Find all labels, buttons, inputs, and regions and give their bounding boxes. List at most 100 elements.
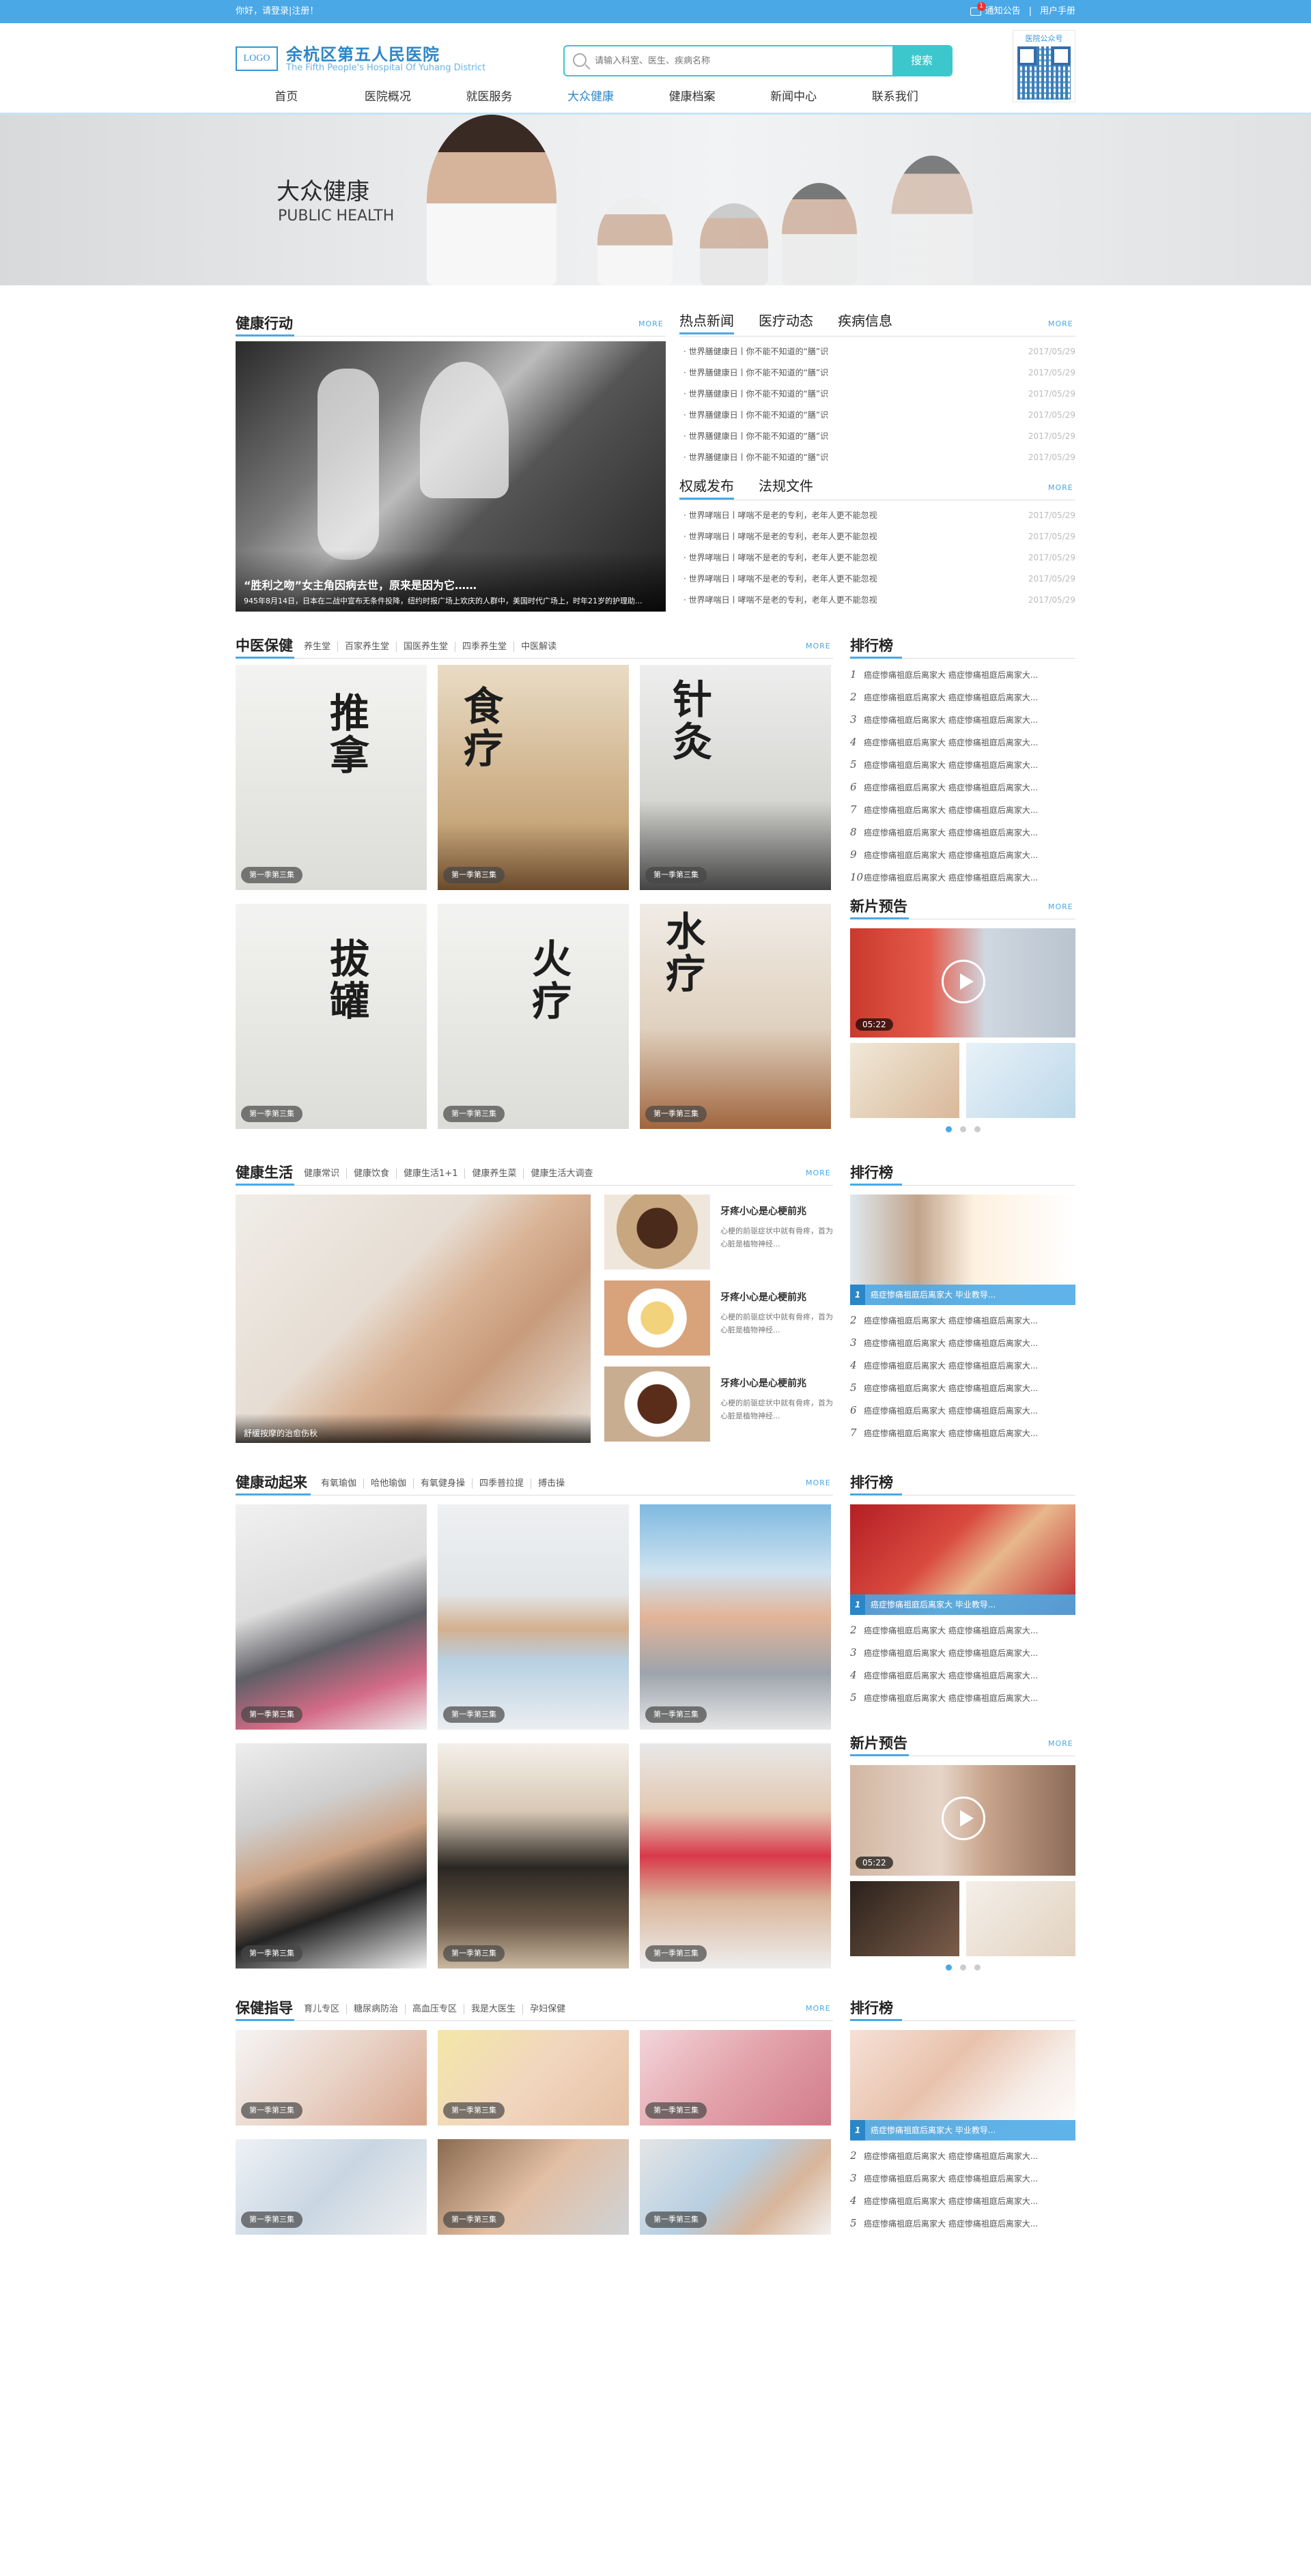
rank-item[interactable]: 1 癌症惨痛祖庭后离家大 癌症惨痛祖庭后离家大...: [850, 663, 1075, 686]
subtab[interactable]: 中医解读: [513, 642, 564, 652]
video-thumb[interactable]: [850, 1881, 959, 1956]
fitness-photo[interactable]: 第一季第三集: [640, 1504, 831, 1730]
rank-item[interactable]: 5 癌症惨痛祖庭后离家大 癌症惨痛祖庭后离家大...: [850, 1377, 1075, 1399]
tab-disease-info[interactable]: 疾病信息: [838, 310, 892, 334]
more-link[interactable]: MORE: [638, 319, 664, 328]
more-link[interactable]: MORE: [806, 1478, 831, 1487]
rank-item[interactable]: 3 癌症惨痛祖庭后离家大 癌症惨痛祖庭后离家大...: [850, 1332, 1075, 1354]
more-link[interactable]: MORE: [1048, 483, 1073, 492]
food-thumb[interactable]: [604, 1280, 710, 1356]
subtab[interactable]: 四季养生堂: [455, 642, 514, 652]
more-link[interactable]: MORE: [1048, 319, 1073, 328]
tab-authority[interactable]: 权威发布: [679, 475, 734, 500]
dot[interactable]: [946, 1126, 952, 1132]
tab-medical-news[interactable]: 医疗动态: [759, 310, 813, 334]
subtab[interactable]: 哈他瑜伽: [363, 1478, 414, 1489]
list-item[interactable]: · 世界膳健康日丨你不能不知道的“膳”识 2017/05/29: [683, 426, 1075, 447]
food-item[interactable]: 牙疼小心是心梗前兆 心梗的前驱症状中就有骨疼，首为心脏是植物神经...: [720, 1290, 833, 1336]
food-thumb[interactable]: [604, 1366, 710, 1442]
rank-item[interactable]: 2 癌症惨痛祖庭后离家大 癌症惨痛祖庭后离家大...: [850, 2145, 1075, 2167]
subtab[interactable]: 健康常识: [304, 1169, 346, 1179]
rank-item[interactable]: 7 癌症惨痛祖庭后离家大 癌症惨痛祖庭后离家大...: [850, 1422, 1075, 1444]
logo[interactable]: LOGO: [236, 46, 278, 71]
rank-item[interactable]: 3 癌症惨痛祖庭后离家大 癌症惨痛祖庭后离家大...: [850, 1642, 1075, 1664]
rank-item[interactable]: 5 癌症惨痛祖庭后离家大 癌症惨痛祖庭后离家大...: [850, 2212, 1075, 2235]
food-item[interactable]: 牙疼小心是心梗前兆 心梗的前驱症状中就有骨疼，首为心脏是植物神经...: [720, 1376, 833, 1422]
rank-item[interactable]: 2 癌症惨痛祖庭后离家大 癌症惨痛祖庭后离家大...: [850, 1309, 1075, 1332]
nav-home[interactable]: 首页: [236, 83, 337, 111]
fitness-photo[interactable]: 第一季第三集: [236, 1504, 427, 1730]
list-item[interactable]: · 世界哮喘日丨哮喘不是老的专利，老年人更不能忽视 2017/05/29: [683, 569, 1075, 590]
list-item[interactable]: · 世界哮喘日丨哮喘不是老的专利，老年人更不能忽视 2017/05/29: [683, 526, 1075, 547]
more-link[interactable]: MORE: [806, 1169, 831, 1177]
dot[interactable]: [946, 1964, 952, 1971]
food-thumb[interactable]: [604, 1194, 710, 1270]
subtab[interactable]: 养生堂: [304, 642, 337, 652]
subtab[interactable]: 四季普拉提: [472, 1478, 531, 1489]
nav-health-records[interactable]: 健康档案: [641, 83, 743, 111]
care-photo[interactable]: 第一季第三集: [236, 2139, 427, 2235]
dot[interactable]: [960, 1126, 966, 1132]
tab-regulations[interactable]: 法规文件: [759, 475, 813, 500]
nav-news[interactable]: 新闻中心: [743, 83, 845, 111]
subtab[interactable]: 我是大医生: [464, 2004, 523, 2014]
rank-item[interactable]: 3 癌症惨痛祖庭后离家大 癌症惨痛祖庭后离家大...: [850, 709, 1075, 731]
list-item[interactable]: · 世界哮喘日丨哮喘不是老的专利，老年人更不能忽视 2017/05/29: [683, 547, 1075, 569]
search-button[interactable]: 搜索: [892, 46, 951, 75]
subtab[interactable]: 健康生活1+1: [396, 1169, 465, 1179]
tcm-poster-massage[interactable]: 推拿 第一季第三集: [236, 665, 427, 890]
more-link[interactable]: MORE: [806, 642, 831, 650]
care-photo[interactable]: 第一季第三集: [640, 2139, 831, 2235]
list-item[interactable]: · 世界哮喘日丨哮喘不是老的专利，老年人更不能忽视 2017/05/29: [683, 505, 1075, 526]
tcm-poster-acupuncture[interactable]: 针灸 第一季第三集: [640, 665, 831, 890]
dot[interactable]: [960, 1964, 966, 1971]
nav-contact[interactable]: 联系我们: [844, 83, 946, 111]
rank-feature-photo[interactable]: 1 癌症惨痛祖庭后离家大 毕业教导...: [850, 2030, 1075, 2141]
video-thumb[interactable]: [966, 1881, 1075, 1956]
rank-item[interactable]: 8 癌症惨痛祖庭后离家大 癌症惨痛祖庭后离家大...: [850, 821, 1075, 844]
list-item[interactable]: · 世界膳健康日丨你不能不知道的“膳”识 2017/05/29: [683, 405, 1075, 426]
rank-item[interactable]: 4 癌症惨痛祖庭后离家大 癌症惨痛祖庭后离家大...: [850, 1664, 1075, 1687]
list-item[interactable]: · 世界哮喘日丨哮喘不是老的专利，老年人更不能忽视 2017/05/29: [683, 590, 1075, 611]
search-input[interactable]: [595, 46, 868, 75]
featured-news-photo[interactable]: “胜利之吻”女主角因病去世，原来是因为它…… 945年8月14日，日本在二战中宣…: [236, 341, 666, 612]
rank-item[interactable]: 7 癌症惨痛祖庭后离家大 癌症惨痛祖庭后离家大...: [850, 799, 1075, 821]
subtab[interactable]: 有氧瑜伽: [321, 1478, 363, 1489]
more-link[interactable]: MORE: [806, 2004, 831, 2013]
more-link[interactable]: MORE: [1048, 1739, 1073, 1748]
fitness-photo[interactable]: 第一季第三集: [438, 1504, 629, 1730]
tab-hot-news[interactable]: 热点新闻: [679, 310, 734, 334]
greeting-text[interactable]: 你好，请登录|注册！: [236, 6, 318, 16]
rank-item[interactable]: 4 癌症惨痛祖庭后离家大 癌症惨痛祖庭后离家大...: [850, 731, 1075, 754]
list-item[interactable]: · 世界膳健康日丨你不能不知道的“膳”识 2017/05/29: [683, 447, 1075, 468]
subtab[interactable]: 健康养生菜: [464, 1169, 524, 1179]
rank-item[interactable]: 2 癌症惨痛祖庭后离家大 癌症惨痛祖庭后离家大...: [850, 1619, 1075, 1642]
tcm-poster-diet[interactable]: 食疗 第一季第三集: [438, 665, 629, 890]
play-icon[interactable]: [942, 1797, 985, 1840]
tcm-poster-fire[interactable]: 火疗 第一季第三集: [438, 904, 629, 1129]
tcm-poster-water[interactable]: 水疗 第一季第三集: [640, 904, 831, 1129]
dot[interactable]: [974, 1126, 981, 1132]
rank-item[interactable]: 6 癌症惨痛祖庭后离家大 癌症惨痛祖庭后离家大...: [850, 1399, 1075, 1422]
rank-feature-photo[interactable]: 1 癌症惨痛祖庭后离家大 毕业教导...: [850, 1504, 1075, 1615]
notice-link[interactable]: 1 通知公告: [970, 0, 1021, 23]
subtab[interactable]: 高血压专区: [405, 2004, 464, 2014]
video-thumb[interactable]: [966, 1043, 1075, 1118]
user-manual-link[interactable]: 用户手册: [1040, 0, 1075, 23]
play-icon[interactable]: [942, 960, 985, 1003]
rank-item[interactable]: 5 癌症惨痛祖庭后离家大 癌症惨痛祖庭后离家大...: [850, 1687, 1075, 1709]
food-item[interactable]: 牙疼小心是心梗前兆 心梗的前驱症状中就有骨疼，首为心脏是植物神经...: [720, 1204, 833, 1250]
fitness-photo[interactable]: 第一季第三集: [236, 1743, 427, 1969]
video-thumb[interactable]: [850, 1043, 959, 1118]
fitness-photo[interactable]: 第一季第三集: [438, 1743, 629, 1969]
care-photo[interactable]: 第一季第三集: [236, 2030, 427, 2126]
subtab[interactable]: 国医养生堂: [396, 642, 455, 652]
life-feature-photo[interactable]: 舒缓按摩的治愈伤秋: [236, 1194, 591, 1443]
subtab[interactable]: 搏击操: [531, 1478, 572, 1489]
list-item[interactable]: · 世界膳健康日丨你不能不知道的“膳”识 2017/05/29: [683, 384, 1075, 405]
rank-item[interactable]: 10癌症惨痛祖庭后离家大 癌症惨痛祖庭后离家大...: [850, 866, 1075, 889]
more-link[interactable]: MORE: [1048, 902, 1073, 911]
subtab[interactable]: 糖尿病防治: [346, 2004, 406, 2014]
list-item[interactable]: · 世界膳健康日丨你不能不知道的“膳”识 2017/05/29: [683, 362, 1075, 384]
rank-item[interactable]: 6 癌症惨痛祖庭后离家大 癌症惨痛祖庭后离家大...: [850, 776, 1075, 799]
